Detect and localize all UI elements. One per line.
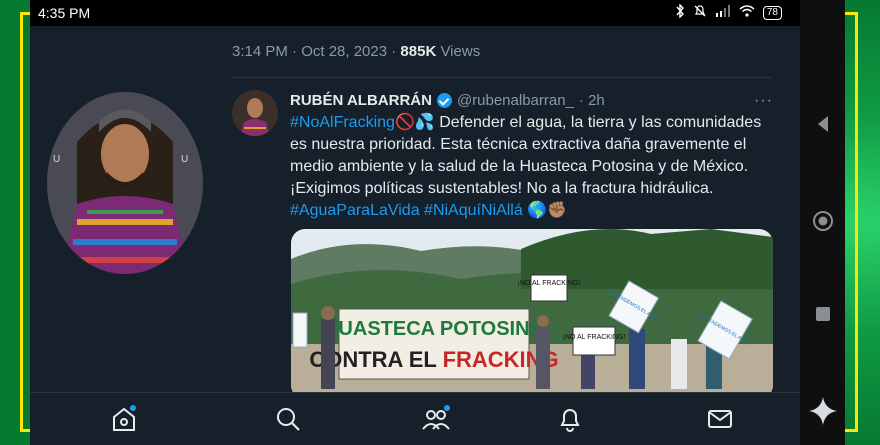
more-options-icon[interactable]: ··· [754, 92, 773, 110]
back-icon[interactable] [800, 114, 845, 139]
tweet-line: es nuestra prioridad. Esta técnica extra… [290, 136, 747, 153]
views-count: 885K [400, 43, 437, 60]
tweet-text: #NoAlFracking🚫💦 Defender el agua, la tie… [290, 112, 790, 222]
android-navigation-panel [800, 0, 845, 445]
bottom-navigation [30, 392, 800, 445]
tweet-line: medio ambiente y la salud de la Huasteca… [290, 158, 749, 175]
search-icon[interactable] [272, 403, 304, 435]
notifications-icon[interactable] [554, 403, 586, 435]
verified-badge-icon [436, 93, 452, 108]
protest-sign-1: ¡NO AL FRACKING! [518, 280, 581, 287]
svg-text:CONTRA EL FRACKING: CONTRA EL FRACKING [309, 347, 558, 372]
phone-screen: 4:35 PM 78 3:14 PM · Oct 28, 2023 · 885K… [30, 0, 800, 445]
svg-text:U: U [181, 154, 188, 165]
mute-icon [693, 4, 707, 21]
protest-sign-2: ¡NO AL FRACKING! [563, 334, 626, 341]
status-bar: 4:35 PM 78 [30, 0, 800, 26]
hashtag-link[interactable]: #NoAlFracking [290, 114, 395, 131]
divider [232, 77, 772, 78]
author-avatar[interactable] [232, 90, 278, 136]
profile-photo-large: U U [47, 92, 203, 274]
status-time: 4:35 PM [38, 5, 91, 21]
tweet-line: Defender el agua, la tierra y las comuni… [434, 114, 762, 131]
communities-icon[interactable] [420, 403, 452, 435]
post-meta: 3:14 PM · Oct 28, 2023 · 885K Views [232, 43, 480, 60]
communities-notification-dot [444, 405, 450, 411]
bluetooth-icon [675, 3, 685, 21]
battery-icon: 78 [762, 5, 782, 20]
tweet-media-image[interactable]: HUASTECA POTOSINA CONTRA EL FRACKING ¡NO… [291, 229, 773, 399]
hashtag-links[interactable]: #AguaParaLaVida #NiAquíNiAllá [290, 202, 523, 219]
messages-icon[interactable] [704, 403, 736, 435]
svg-text:U: U [53, 154, 60, 165]
emoji: 🌎✊🏽 [527, 202, 568, 219]
tweet-age: · 2h [578, 92, 605, 109]
recents-icon[interactable] [800, 306, 845, 327]
home-circle-icon[interactable] [800, 210, 845, 237]
tweet-header: RUBÉN ALBARRÁN @rubenalbarran_ · 2h [290, 92, 605, 109]
author-handle[interactable]: @rubenalbarran_ [457, 92, 574, 109]
tweet-line: ¡Exigimos políticas sustentables! No a l… [290, 180, 714, 197]
home-notification-dot [130, 405, 136, 411]
signal-icon [715, 5, 731, 20]
wifi-icon [739, 5, 755, 20]
emoji: 🚫💦 [394, 114, 435, 131]
sparkle-icon [800, 396, 845, 431]
post-timestamp: 3:14 PM · Oct 28, 2023 · [232, 43, 401, 60]
home-icon[interactable] [108, 403, 140, 435]
views-label: Views [436, 43, 481, 60]
banner-line-1: HUASTECA POTOSINA [324, 318, 544, 340]
author-name[interactable]: RUBÉN ALBARRÁN [290, 92, 432, 109]
status-icons: 78 [675, 3, 782, 21]
